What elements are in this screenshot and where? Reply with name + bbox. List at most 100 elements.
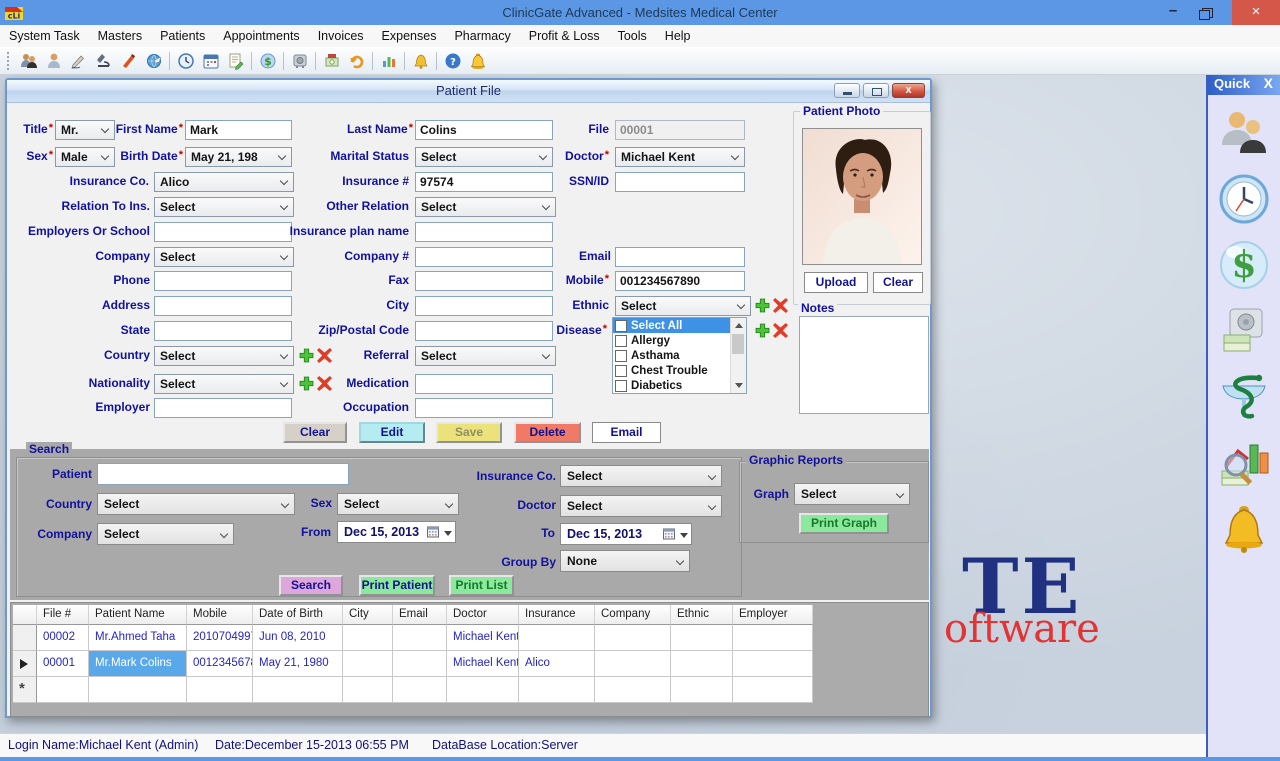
- phone-input[interactable]: [154, 271, 292, 291]
- menu-tools[interactable]: Tools: [609, 25, 656, 47]
- quick-appointments-icon[interactable]: [1215, 169, 1273, 229]
- ethnic-select[interactable]: Select: [615, 296, 751, 316]
- insurance-co-select[interactable]: Select: [560, 465, 722, 487]
- mobile-input[interactable]: 001234567890: [615, 271, 745, 291]
- cell-ethnic[interactable]: [671, 625, 733, 651]
- delete-icon[interactable]: [317, 376, 332, 391]
- add-icon[interactable]: [755, 323, 770, 338]
- quick-patients-icon[interactable]: [1215, 103, 1273, 163]
- cell-empty[interactable]: [733, 677, 813, 703]
- cell-empty[interactable]: [671, 677, 733, 703]
- print-graph-button[interactable]: Print Graph: [799, 513, 889, 534]
- state-input[interactable]: [154, 321, 292, 341]
- menu-profit-loss[interactable]: Profit & Loss: [520, 25, 609, 47]
- new-row-selector[interactable]: *: [13, 677, 37, 703]
- cell-empty[interactable]: [37, 677, 89, 703]
- quick-reminders-icon[interactable]: [1215, 499, 1273, 559]
- birth-date-select[interactable]: May 21, 198: [185, 147, 292, 167]
- add-icon[interactable]: [299, 348, 314, 363]
- other-relation-select[interactable]: Select: [415, 197, 556, 217]
- cell-email[interactable]: [393, 651, 447, 677]
- toolbar-alarm-icon[interactable]: [408, 49, 433, 72]
- column-header-mobile[interactable]: Mobile: [187, 605, 253, 625]
- delete-button[interactable]: Delete: [514, 422, 581, 443]
- photo-upload-button[interactable]: Upload: [804, 272, 868, 293]
- sex-select[interactable]: Male: [55, 147, 115, 167]
- checkbox[interactable]: [615, 365, 627, 377]
- email-input[interactable]: [615, 247, 745, 267]
- patient-window-titlebar[interactable]: Patient File x: [7, 80, 930, 103]
- cell-insurance[interactable]: [519, 625, 595, 651]
- checkbox[interactable]: [615, 380, 627, 392]
- company-select[interactable]: Select: [97, 523, 234, 545]
- menu-expenses[interactable]: Expenses: [373, 25, 446, 47]
- from-datepicker[interactable]: Dec 15, 2013: [337, 521, 456, 543]
- menu-patients[interactable]: Patients: [151, 25, 214, 47]
- toolbar-payments-icon[interactable]: $: [255, 49, 280, 72]
- checkbox[interactable]: [615, 320, 627, 332]
- column-header-patient-name[interactable]: Patient Name: [89, 605, 187, 625]
- menu-masters[interactable]: Masters: [89, 25, 151, 47]
- cell-company[interactable]: [595, 651, 671, 677]
- search-button[interactable]: Search: [279, 575, 343, 596]
- first-name-input[interactable]: Mark: [185, 120, 292, 140]
- notes-textarea[interactable]: [799, 316, 929, 414]
- cell-name[interactable]: Mr.Mark Colins: [89, 651, 187, 677]
- menu-appointments[interactable]: Appointments: [214, 25, 308, 47]
- group-by-select[interactable]: None: [560, 550, 690, 572]
- toolbar-help-icon[interactable]: ?: [440, 49, 465, 72]
- disease-option-diabetics[interactable]: Diabetics: [613, 378, 746, 393]
- cell-file[interactable]: 00001: [37, 651, 89, 677]
- disease-option-asthama[interactable]: Asthama: [613, 348, 746, 363]
- disease-option-allergy[interactable]: Allergy: [613, 333, 746, 348]
- last-name-input[interactable]: Colins: [415, 120, 553, 140]
- cell-empty[interactable]: [519, 677, 595, 703]
- print-list-button[interactable]: Print List: [449, 575, 514, 596]
- toolbar-calendar-icon[interactable]: [198, 49, 223, 72]
- photo-clear-button[interactable]: Clear: [873, 272, 923, 293]
- zip-input[interactable]: [415, 321, 553, 341]
- toolbar-expense-icon[interactable]: [319, 49, 344, 72]
- print-patient-button[interactable]: Print Patient: [359, 575, 435, 596]
- row-selector[interactable]: [13, 651, 37, 677]
- menu-pharmacy[interactable]: Pharmacy: [445, 25, 519, 47]
- toolbar-patients-icon[interactable]: [16, 49, 41, 72]
- save-button[interactable]: Save: [436, 422, 502, 443]
- quick-close-icon[interactable]: X: [1264, 75, 1273, 91]
- cell-city[interactable]: [343, 651, 393, 677]
- toolbar-appointments-icon[interactable]: [173, 49, 198, 72]
- to-datepicker[interactable]: Dec 15, 2013: [560, 523, 692, 545]
- insurance-co-select[interactable]: Alico: [154, 172, 294, 192]
- disease-option-select-all[interactable]: Select All: [613, 318, 746, 333]
- cell-email[interactable]: [393, 625, 447, 651]
- column-header-employer[interactable]: Employer: [733, 605, 813, 625]
- relation-to-ins-select[interactable]: Select: [154, 197, 294, 217]
- add-icon[interactable]: [299, 376, 314, 391]
- country-select[interactable]: Select: [97, 493, 295, 515]
- cell-ethnic[interactable]: [671, 651, 733, 677]
- toolbar-patient-icon[interactable]: [41, 49, 66, 72]
- cell-doctor[interactable]: Michael Kent: [447, 625, 519, 651]
- scroll-down-icon[interactable]: [735, 383, 743, 388]
- quick-reports-icon[interactable]: [1215, 433, 1273, 493]
- graph-select[interactable]: Select: [794, 483, 910, 505]
- window-restore-button[interactable]: [863, 83, 889, 98]
- quick-expenses-icon[interactable]: [1215, 301, 1273, 361]
- disease-listbox[interactable]: Select AllAllergyAsthamaChest TroubleDia…: [612, 317, 747, 394]
- cell-city[interactable]: [343, 625, 393, 651]
- insurance-plan-input[interactable]: [415, 222, 553, 242]
- menu-system-task[interactable]: System Task: [0, 25, 89, 47]
- toolbar-microscope-icon[interactable]: [91, 49, 116, 72]
- file-input[interactable]: 00001: [615, 120, 745, 140]
- cell-doctor[interactable]: Michael Kent: [447, 651, 519, 677]
- menu-help[interactable]: Help: [656, 25, 700, 47]
- row-selector[interactable]: [13, 625, 37, 651]
- cell-empty[interactable]: [187, 677, 253, 703]
- checkbox[interactable]: [615, 350, 627, 362]
- toolbar-invoice-icon[interactable]: [223, 49, 248, 72]
- doctor-select[interactable]: Select: [560, 495, 722, 517]
- company-select[interactable]: Select: [154, 247, 294, 267]
- toolbar-reminder-icon[interactable]: [465, 49, 490, 72]
- window-minimize-button[interactable]: [834, 83, 860, 98]
- patient-input[interactable]: [97, 463, 349, 485]
